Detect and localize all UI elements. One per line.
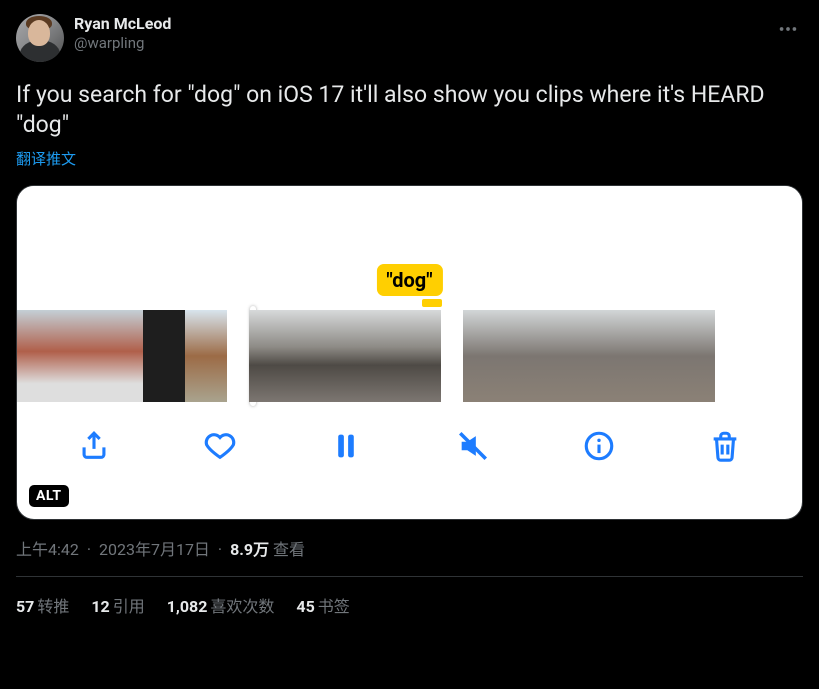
more-options-button[interactable]: [773, 14, 803, 48]
clip-thumbnail: [185, 310, 227, 402]
media-card[interactable]: "dog": [16, 185, 803, 520]
like-button[interactable]: [198, 426, 242, 466]
likes-stat[interactable]: 1,082喜欢次数: [167, 593, 275, 617]
search-tag-marker: [422, 299, 442, 307]
pause-icon: [329, 429, 363, 463]
author-names[interactable]: Ryan McLeod @warpling: [74, 14, 171, 53]
clip-thumbnail: [393, 310, 441, 402]
trash-icon: [708, 429, 742, 463]
tweet-text: If you search for "dog" on iOS 17 it'll …: [16, 80, 803, 140]
clip-thumbnail: [631, 310, 673, 402]
clip-group: [463, 310, 715, 402]
clip-thumbnail: [143, 310, 185, 402]
retweets-stat[interactable]: 57转推: [16, 593, 69, 617]
tweet-date[interactable]: 2023年7月17日: [99, 540, 210, 559]
clip-thumbnail: [17, 310, 59, 402]
heart-icon: [203, 429, 237, 463]
views-label: 查看: [273, 540, 305, 559]
clip-group: [17, 310, 227, 402]
media-toolbar: [17, 402, 802, 494]
avatar[interactable]: [16, 14, 64, 62]
mute-button[interactable]: [451, 426, 495, 466]
clip-thumbnail: [547, 310, 589, 402]
pause-button[interactable]: [324, 426, 368, 466]
share-icon: [77, 429, 111, 463]
speaker-muted-icon: [456, 429, 490, 463]
tweet-stats: 57转推 12引用 1,082喜欢次数 45书签: [16, 577, 803, 617]
media-header: "dog": [17, 186, 802, 310]
handle: @warpling: [74, 34, 171, 53]
clip-thumbnail: [297, 310, 345, 402]
clip-thumbnail: [463, 310, 505, 402]
display-name: Ryan McLeod: [74, 14, 171, 34]
clip-thumbnail: [101, 310, 143, 402]
clip-thumbnail: [59, 310, 101, 402]
views-count: 8.9万: [230, 540, 269, 559]
ellipsis-icon: [777, 18, 799, 40]
search-tag-label: "dog": [376, 264, 442, 296]
clip-thumbnail: [589, 310, 631, 402]
clip-thumbnail: [505, 310, 547, 402]
clip-thumbnail: [673, 310, 715, 402]
share-button[interactable]: [72, 426, 116, 466]
tweet-header: Ryan McLeod @warpling: [16, 14, 803, 62]
alt-badge[interactable]: ALT: [29, 485, 69, 507]
clip-thumbnail: [249, 310, 297, 402]
clip-thumbnail: [345, 310, 393, 402]
delete-button[interactable]: [703, 426, 747, 466]
quotes-stat[interactable]: 12引用: [91, 593, 144, 617]
translate-link[interactable]: 翻译推文: [16, 148, 76, 169]
info-button[interactable]: [577, 426, 621, 466]
tweet-meta: 上午4:42 · 2023年7月17日 · 8.9万 查看: [16, 536, 803, 577]
tweet-time[interactable]: 上午4:42: [16, 540, 79, 559]
video-timeline[interactable]: [17, 310, 802, 402]
tweet-container: Ryan McLeod @warpling If you search for …: [0, 0, 819, 617]
info-icon: [582, 429, 616, 463]
clip-group: [249, 310, 441, 402]
bookmarks-stat[interactable]: 45书签: [296, 593, 349, 617]
